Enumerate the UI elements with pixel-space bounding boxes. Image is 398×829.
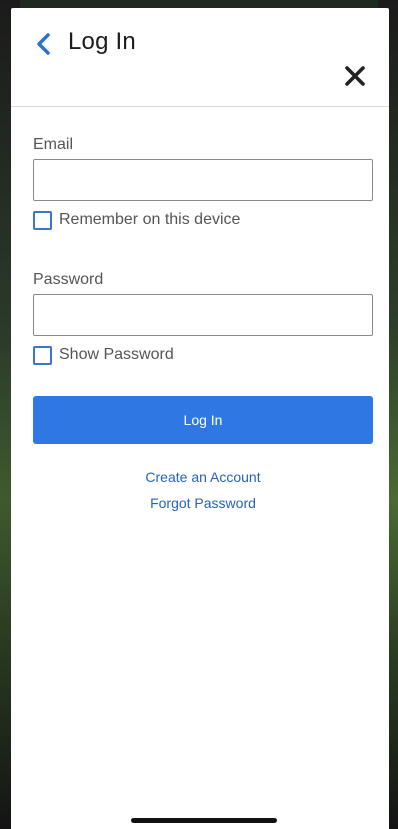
create-account-link[interactable]: Create an Account (33, 464, 373, 490)
chevron-left-icon (37, 33, 50, 55)
remember-checkbox[interactable] (33, 210, 52, 230)
forgot-password-link[interactable]: Forgot Password (33, 490, 373, 516)
show-password-checkbox[interactable] (33, 345, 52, 365)
back-button[interactable] (33, 31, 55, 57)
login-button[interactable]: Log In (33, 396, 373, 444)
email-label: Email (33, 136, 74, 153)
close-button[interactable] (343, 64, 367, 88)
auth-links: Create an Account Forgot Password (33, 464, 373, 516)
page-title: Log In (68, 28, 136, 55)
sheet-header: Log In (11, 8, 389, 107)
password-field[interactable] (33, 294, 373, 336)
show-password-label: Show Password (59, 346, 174, 363)
email-field[interactable] (33, 159, 373, 201)
remember-row: Remember on this device (33, 209, 373, 231)
home-indicator[interactable] (131, 818, 277, 823)
password-label: Password (33, 271, 104, 288)
login-form: Email Remember on this device Password S… (33, 136, 373, 516)
remember-label: Remember on this device (59, 211, 241, 228)
close-icon (345, 66, 365, 86)
login-sheet: Log In Email Remember on this device Pas… (11, 8, 389, 829)
show-password-row: Show Password (33, 344, 373, 366)
